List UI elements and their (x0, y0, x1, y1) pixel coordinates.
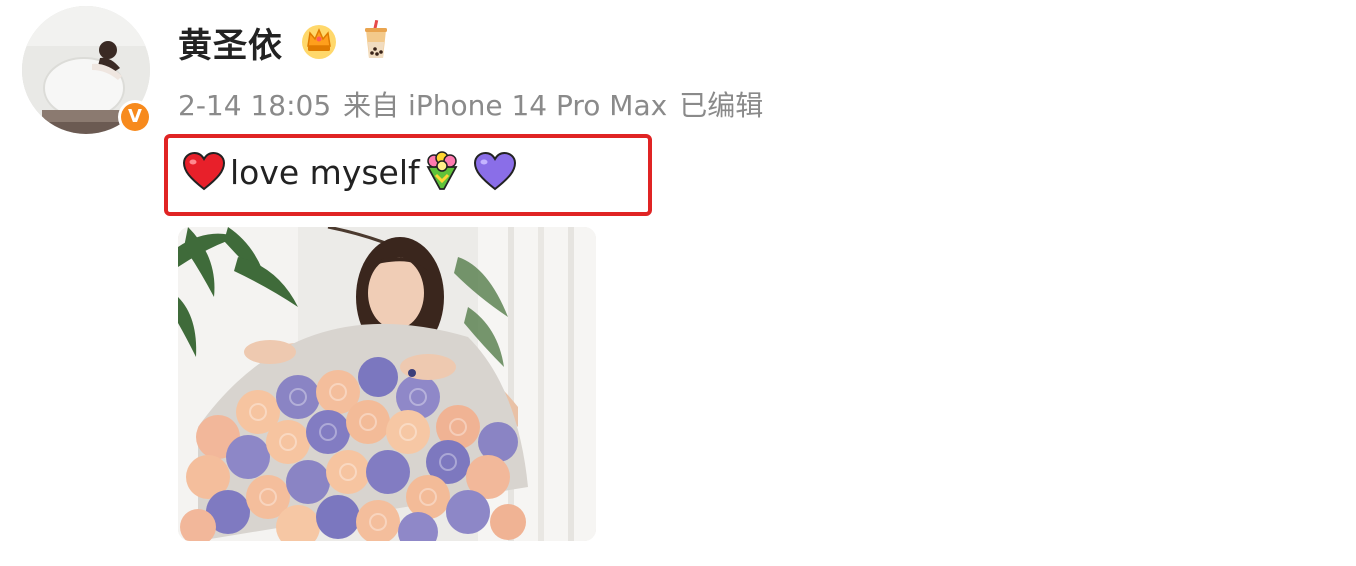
bouquet-icon (426, 151, 458, 190)
bubble-tea-icon[interactable] (360, 20, 392, 60)
weibo-post: V 黄圣依 2-14 18:05 来自 iPhone 14 Pro Max 已编辑 … (0, 0, 1356, 566)
edited-label: 已编辑 (679, 89, 764, 122)
post-source[interactable]: 来自 iPhone 14 Pro Max (343, 89, 667, 122)
post-time[interactable]: 2-14 18:05 (178, 89, 331, 122)
username[interactable]: 黄圣依 (178, 18, 283, 67)
crown-icon[interactable] (299, 20, 339, 60)
red-heart-icon (182, 152, 226, 191)
purple-heart-icon (473, 152, 516, 191)
post-text: love myself (182, 150, 518, 194)
verified-mark: V (121, 103, 149, 131)
post-text-content: love myself (230, 152, 420, 192)
verified-badge: V (118, 100, 152, 134)
post-photo[interactable] (178, 227, 596, 541)
post-meta: 2-14 18:05 来自 iPhone 14 Pro Max 已编辑 (178, 84, 775, 124)
